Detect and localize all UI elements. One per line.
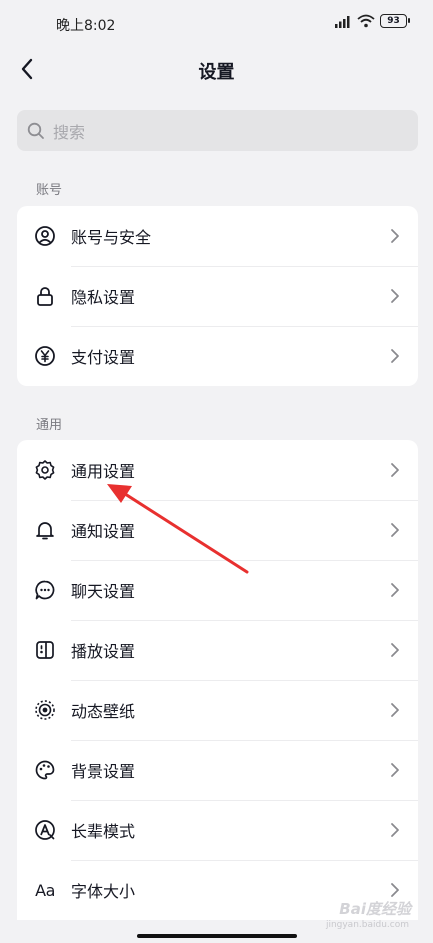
font-size-icon: Aa — [34, 879, 56, 901]
elder-mode-icon — [34, 819, 56, 841]
section-label-general: 通用 — [36, 418, 63, 433]
chevron-right-icon — [391, 289, 399, 303]
settings-row-elder-mode[interactable]: 长辈模式 — [17, 800, 418, 860]
chat-icon — [34, 579, 56, 601]
search-placeholder: 搜索 — [53, 122, 86, 142]
lock-icon — [34, 285, 56, 307]
settings-row-playback[interactable]: 播放设置 — [17, 620, 418, 680]
chevron-right-icon — [391, 583, 399, 597]
chevron-right-icon — [391, 523, 399, 537]
row-label: 隐私设置 — [71, 288, 136, 307]
bell-icon — [34, 519, 56, 541]
watermark-logo: Bai度经验 — [339, 900, 411, 918]
status-icons: 93 — [334, 14, 410, 28]
row-label: 支付设置 — [71, 348, 136, 367]
settings-row-chat[interactable]: 聊天设置 — [17, 560, 418, 620]
row-label: 字体大小 — [71, 882, 136, 901]
chevron-right-icon — [391, 763, 399, 777]
battery-level: 93 — [387, 16, 400, 26]
header: 设置 — [0, 46, 433, 94]
row-label: 账号与安全 — [71, 228, 152, 247]
user-circle-icon — [34, 225, 56, 247]
account-card: 账号与安全 隐私设置 支付设置 — [17, 206, 418, 386]
search-icon — [27, 122, 44, 139]
row-label: 播放设置 — [71, 642, 136, 661]
settings-row-notifications[interactable]: 通知设置 — [17, 500, 418, 560]
battery-icon: 93 — [380, 14, 410, 28]
general-card: 通用设置 通知设置 聊天设置 播放设置 动态壁纸 背景设置 长辈模式 Aa 字体… — [17, 440, 418, 920]
settings-row-background[interactable]: 背景设置 — [17, 740, 418, 800]
wifi-icon — [357, 14, 375, 28]
row-label: 聊天设置 — [71, 582, 136, 601]
row-label: 通知设置 — [71, 522, 136, 541]
settings-row-live-wallpaper[interactable]: 动态壁纸 — [17, 680, 418, 740]
palette-icon — [34, 759, 56, 781]
row-label: 通用设置 — [71, 462, 136, 481]
chevron-right-icon — [391, 643, 399, 657]
status-bar: 晚上8:02 93 — [0, 0, 433, 46]
section-label-account: 账号 — [36, 183, 63, 198]
row-label: 背景设置 — [71, 762, 136, 781]
chevron-right-icon — [391, 883, 399, 897]
chevron-right-icon — [391, 703, 399, 717]
chevron-right-icon — [391, 463, 399, 477]
row-label: 长辈模式 — [71, 822, 136, 841]
settings-row-general[interactable]: 通用设置 — [17, 440, 418, 500]
signal-icon — [335, 15, 350, 28]
settings-row-privacy[interactable]: 隐私设置 — [17, 266, 418, 326]
settings-row-payment[interactable]: 支付设置 — [17, 326, 418, 386]
font-size-glyph: Aa — [35, 880, 55, 900]
row-label: 动态壁纸 — [71, 702, 136, 721]
chevron-right-icon — [391, 229, 399, 243]
home-indicator[interactable] — [137, 934, 297, 938]
gear-icon — [34, 459, 56, 481]
chevron-right-icon — [391, 823, 399, 837]
chevron-right-icon — [391, 349, 399, 363]
watermark-url: jingyan.baidu.com — [325, 920, 409, 930]
search-input[interactable]: 搜索 — [17, 110, 418, 151]
play-settings-icon — [34, 639, 56, 661]
page-title: 设置 — [198, 62, 235, 83]
yen-icon — [34, 345, 56, 367]
status-time: 晚上8:02 — [56, 18, 116, 34]
settings-row-account-security[interactable]: 账号与安全 — [17, 206, 418, 266]
live-wallpaper-icon — [34, 699, 56, 721]
